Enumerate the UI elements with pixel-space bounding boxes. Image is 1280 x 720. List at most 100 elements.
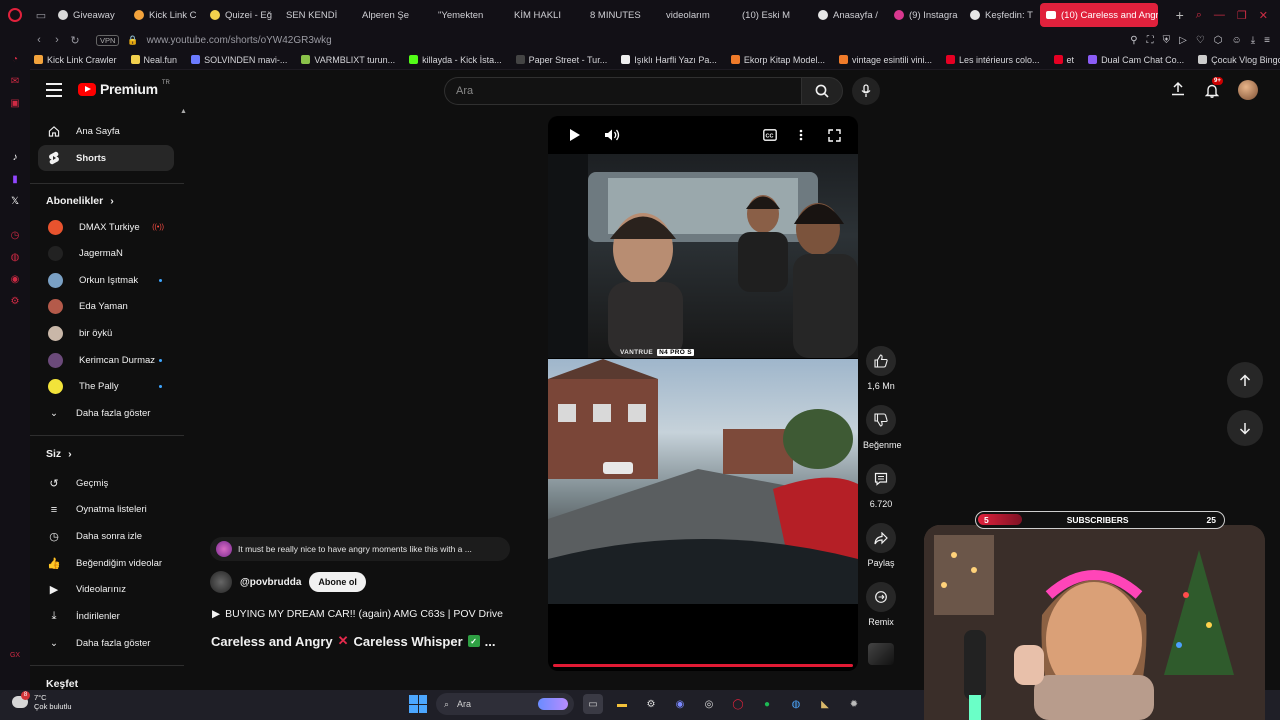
- gx-messenger-icon[interactable]: ✉: [9, 76, 21, 88]
- menu-hamburger-icon[interactable]: [46, 83, 62, 97]
- chrome-icon[interactable]: ◍: [786, 694, 806, 714]
- voice-search-button[interactable]: [852, 77, 880, 105]
- browser-tab[interactable]: SEN KENDİ: [30, 3, 1280, 690]
- browser-tab[interactable]: (9) Instagra: [888, 3, 964, 27]
- volume-icon[interactable]: [604, 128, 620, 142]
- subscription-item[interactable]: Eda Yaman: [38, 294, 174, 320]
- browser-tab-active[interactable]: (10) Careless and Angr: [1040, 3, 1158, 27]
- forward-button[interactable]: ›: [48, 34, 66, 46]
- bookmark-item[interactable]: VARMBLIXT turun...: [301, 55, 395, 65]
- channel-avatar[interactable]: [210, 571, 232, 593]
- new-tab-button[interactable]: +: [1170, 7, 1190, 23]
- bookmark-item[interactable]: killayda - Kick İsta...: [409, 55, 502, 65]
- gear-app-icon[interactable]: ✹: [844, 694, 864, 714]
- you-show-more[interactable]: ⌄ Daha fazla göster: [38, 630, 174, 656]
- lock-icon[interactable]: 🔒: [127, 35, 138, 46]
- gx-corner-icon[interactable]: GX: [9, 650, 21, 662]
- subscribe-button[interactable]: Abone ol: [309, 572, 366, 592]
- pin-icon[interactable]: ⚲: [1130, 35, 1137, 46]
- subscriptions-show-more[interactable]: ⌄ Daha fazla göster: [38, 400, 174, 426]
- dislike-button[interactable]: Beğenme: [863, 405, 902, 450]
- close-window-icon[interactable]: ✕: [1259, 9, 1268, 22]
- you-section-title[interactable]: Siz ›: [46, 448, 72, 460]
- more-options-icon[interactable]: [799, 129, 803, 141]
- maximize-icon[interactable]: ❐: [1237, 9, 1247, 22]
- search-input[interactable]: Ara: [444, 77, 801, 105]
- taskbar-search[interactable]: ⌕ Ara: [436, 693, 574, 715]
- opera-gx-taskbar-icon[interactable]: ◯: [728, 694, 748, 714]
- pinboard-icon[interactable]: ◍: [9, 252, 21, 264]
- bookmark-item[interactable]: vintage esintili vini...: [838, 55, 932, 65]
- tab-manager-icon[interactable]: ▭: [30, 0, 52, 30]
- previous-short-button[interactable]: [1227, 362, 1263, 398]
- channel-name[interactable]: @povbrudda: [240, 577, 301, 588]
- subscription-item[interactable]: Orkun Işıtmak: [38, 267, 174, 293]
- account-avatar[interactable]: [1238, 80, 1258, 100]
- extensions-icon[interactable]: ⬡: [1214, 35, 1223, 46]
- create-button[interactable]: [1171, 81, 1185, 96]
- task-view-icon[interactable]: ▭: [583, 694, 603, 714]
- bookmark-heart-icon[interactable]: ♡: [1196, 35, 1205, 46]
- url-field[interactable]: www.youtube.com/shorts/oYW42GR3wkg: [147, 35, 1131, 46]
- subscription-item[interactable]: JagermaN: [38, 241, 174, 267]
- bookmark-item[interactable]: Les intérieurs colo...: [946, 55, 1040, 65]
- browser-tab[interactable]: Alperen Şe: [30, 3, 1280, 690]
- youtube-premium-logo[interactable]: Premium TR: [78, 80, 170, 97]
- browser-tab[interactable]: Keşfedin: T: [964, 3, 1040, 27]
- next-short-button[interactable]: [1227, 410, 1263, 446]
- bookmark-item[interactable]: Ekorp Kitap Model...: [730, 55, 825, 65]
- x-icon[interactable]: 𝕏: [9, 196, 21, 208]
- history-sidebar-icon[interactable]: ◷: [9, 230, 21, 242]
- playback-progress-bar[interactable]: [553, 664, 853, 667]
- creative-app-icon[interactable]: ◣: [815, 694, 835, 714]
- you-item[interactable]: ◷ Daha sonra izle: [38, 523, 174, 549]
- vpn-badge[interactable]: VPN: [96, 34, 120, 46]
- comments-button[interactable]: 6.720: [863, 464, 899, 509]
- minimize-icon[interactable]: —: [1214, 9, 1225, 22]
- opera-gx-logo-icon[interactable]: [0, 0, 30, 30]
- nav-item-shorts[interactable]: Shorts: [38, 145, 174, 171]
- bookmark-item[interactable]: Paper Street - Tur...: [515, 55, 607, 65]
- twitch-icon[interactable]: ▮: [9, 174, 21, 186]
- gx-speed-dial-icon[interactable]: ◔: [9, 54, 21, 66]
- bookmark-item[interactable]: Çocuk Vlog Bingosu: [1198, 55, 1280, 65]
- top-comment-chip[interactable]: It must be really nice to have angry mom…: [210, 537, 510, 561]
- downloads-sidebar-icon[interactable]: ◉: [9, 274, 21, 286]
- search-button[interactable]: [801, 77, 843, 105]
- bookmark-item[interactable]: SOLVINDEN mavi-...: [191, 55, 287, 65]
- file-explorer-icon[interactable]: ▬: [612, 694, 632, 714]
- bookmark-item[interactable]: Kick Link Crawler: [34, 55, 117, 65]
- subscription-item[interactable]: DMAX Turkiye ((•)): [38, 214, 174, 240]
- fullscreen-icon[interactable]: [828, 129, 841, 142]
- tiktok-icon[interactable]: ♪: [9, 152, 21, 164]
- discord-icon[interactable]: ◉: [670, 694, 690, 714]
- you-item[interactable]: ↺ Geçmiş: [38, 470, 174, 496]
- browser-tab[interactable]: Giveaway: [52, 3, 128, 27]
- browser-tab[interactable]: (10) Eski M: [30, 3, 1280, 690]
- reload-button[interactable]: ↻: [66, 34, 84, 47]
- you-item[interactable]: ≡ Oynatma listeleri: [38, 497, 174, 523]
- subscription-item[interactable]: The Pally: [38, 374, 174, 400]
- browser-tab[interactable]: KİM HAKLI: [30, 3, 1280, 690]
- audio-thumbnail[interactable]: [863, 643, 899, 665]
- browser-tab[interactable]: 8 MINUTES: [30, 3, 1280, 690]
- browser-tab[interactable]: videolarım: [30, 3, 1280, 690]
- nav-item-home[interactable]: Ana Sayfa: [38, 118, 174, 144]
- shield-icon[interactable]: ⛨: [1163, 35, 1171, 46]
- captions-icon[interactable]: CC: [763, 129, 777, 141]
- bookmark-item[interactable]: Işıklı Harfli Yazı Pa...: [621, 55, 717, 65]
- bookmark-item[interactable]: Neal.fun: [130, 55, 177, 65]
- remix-button[interactable]: Remix: [863, 582, 899, 627]
- nav-scroll-up-icon[interactable]: ▲: [180, 108, 187, 115]
- gx-player-icon[interactable]: ▣: [9, 98, 21, 110]
- subscription-item[interactable]: Kerimcan Durmaz: [38, 347, 174, 373]
- bookmark-item[interactable]: Dual Cam Chat Co...: [1088, 55, 1184, 65]
- browser-tab[interactable]: Kick Link C: [128, 3, 204, 27]
- play-icon[interactable]: [569, 128, 581, 142]
- browser-tab[interactable]: Anasayfa /: [812, 3, 888, 27]
- you-item[interactable]: ⤓ İndirilenler: [38, 604, 174, 630]
- steam-icon[interactable]: ◎: [699, 694, 719, 714]
- download-icon[interactable]: ⤓: [1251, 35, 1255, 46]
- menu-icon[interactable]: ≡: [1264, 35, 1270, 46]
- weather-widget[interactable]: 8 7°C Çok bulutlu: [12, 691, 72, 711]
